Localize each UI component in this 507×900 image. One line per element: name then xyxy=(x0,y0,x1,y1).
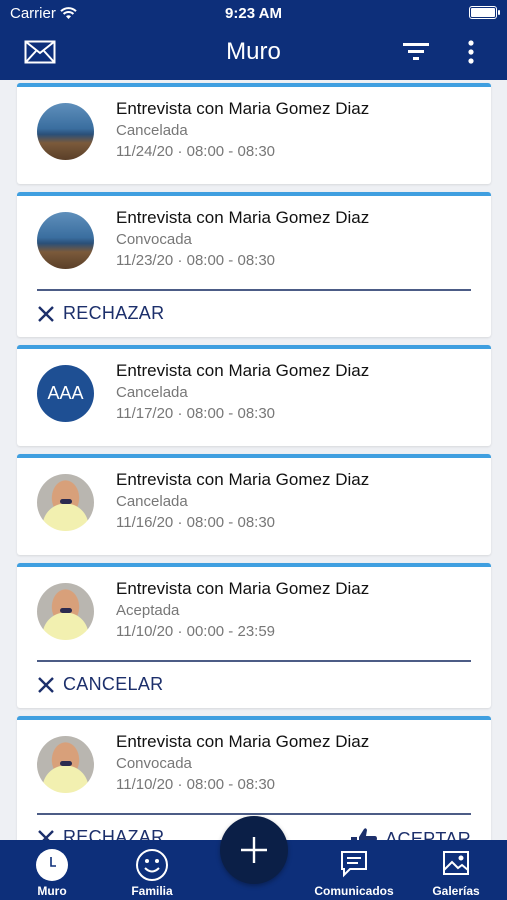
card-status: Convocada xyxy=(116,231,192,248)
card-title: Entrevista con Maria Gomez Diaz xyxy=(116,361,370,380)
tab-label: Familia xyxy=(131,884,173,898)
card-date: 11/10/20 · 08:00 - 08:30 xyxy=(116,776,276,793)
feed-list: Entrevista con Maria Gomez Diaz Cancelad… xyxy=(17,83,491,840)
card-status: Cancelada xyxy=(116,384,188,401)
card-status: Aceptada xyxy=(116,602,180,619)
reject-button[interactable]: RECHAZAR xyxy=(37,827,164,840)
tab-label: Muro xyxy=(37,884,67,898)
avatar xyxy=(37,474,94,531)
more-vertical-icon xyxy=(468,40,474,64)
status-time: 9:23 AM xyxy=(225,5,282,22)
tab-label: Comunicados xyxy=(314,884,394,898)
card-title: Entrevista con Maria Gomez Diaz xyxy=(116,579,370,598)
avatar xyxy=(37,212,94,269)
avatar xyxy=(37,583,94,640)
avatar: AAA xyxy=(37,365,94,422)
tab-comunicados[interactable]: Comunicados xyxy=(306,840,402,900)
page-title: Muro xyxy=(226,38,281,65)
card-date: 11/24/20 · 08:00 - 08:30 xyxy=(116,143,276,160)
close-icon xyxy=(38,829,54,840)
status-bar: Carrier 9:23 AM xyxy=(0,0,507,26)
gallery-icon xyxy=(441,848,471,881)
accept-button[interactable]: ACEPTAR xyxy=(351,827,471,840)
card-status: Cancelada xyxy=(116,493,188,510)
more-options-button[interactable] xyxy=(466,40,476,69)
card-status: Convocada xyxy=(116,755,192,772)
card-status: Cancelada xyxy=(116,122,188,139)
smiley-icon xyxy=(135,848,169,885)
plus-icon xyxy=(241,837,267,863)
tab-label: Galerías xyxy=(432,884,480,898)
card-divider xyxy=(37,289,471,291)
close-icon xyxy=(38,676,54,693)
interview-card[interactable]: Entrevista con Maria Gomez Diaz Aceptada… xyxy=(17,563,491,708)
interview-card[interactable]: Entrevista con Maria Gomez Diaz Convocad… xyxy=(17,192,491,337)
interview-card[interactable]: Entrevista con Maria Gomez Diaz Cancelad… xyxy=(17,83,491,184)
avatar xyxy=(37,736,94,793)
reject-label: RECHAZAR xyxy=(63,827,165,840)
tab-muro[interactable]: Muro xyxy=(20,840,84,900)
filter-icon xyxy=(403,43,429,60)
card-divider xyxy=(37,660,471,662)
card-divider xyxy=(37,813,471,815)
card-date: 11/10/20 · 00:00 - 23:59 xyxy=(116,623,276,640)
interview-card[interactable]: AAA Entrevista con Maria Gomez Diaz Canc… xyxy=(17,345,491,446)
cancel-label: CANCELAR xyxy=(63,674,164,694)
message-icon xyxy=(339,848,369,881)
card-title: Entrevista con Maria Gomez Diaz xyxy=(116,732,370,751)
nav-bar: Muro xyxy=(0,26,507,80)
filter-button[interactable] xyxy=(403,41,429,66)
card-title: Entrevista con Maria Gomez Diaz xyxy=(116,470,370,489)
avatar xyxy=(37,103,94,160)
interview-card[interactable]: Entrevista con Maria Gomez Diaz Cancelad… xyxy=(17,454,491,555)
add-button[interactable] xyxy=(220,816,288,884)
card-title: Entrevista con Maria Gomez Diaz xyxy=(116,208,370,227)
battery-icon xyxy=(469,6,500,19)
card-date: 11/16/20 · 08:00 - 08:30 xyxy=(116,514,276,531)
card-title: Entrevista con Maria Gomez Diaz xyxy=(116,99,370,118)
reject-button[interactable]: RECHAZAR xyxy=(37,303,164,324)
cancel-button[interactable]: CANCELAR xyxy=(37,674,163,695)
tab-galerias[interactable]: Galerías xyxy=(424,840,488,900)
tab-familia[interactable]: Familia xyxy=(120,840,184,900)
reject-label: RECHAZAR xyxy=(63,303,165,323)
card-date: 11/23/20 · 08:00 - 08:30 xyxy=(116,252,276,269)
accept-label: ACEPTAR xyxy=(385,828,471,841)
clock-icon xyxy=(35,848,69,885)
thumbs-up-icon xyxy=(351,828,378,840)
feed-scroll-area[interactable]: Entrevista con Maria Gomez Diaz Cancelad… xyxy=(0,80,507,840)
close-icon xyxy=(38,305,54,322)
card-date: 11/17/20 · 08:00 - 08:30 xyxy=(116,405,276,422)
